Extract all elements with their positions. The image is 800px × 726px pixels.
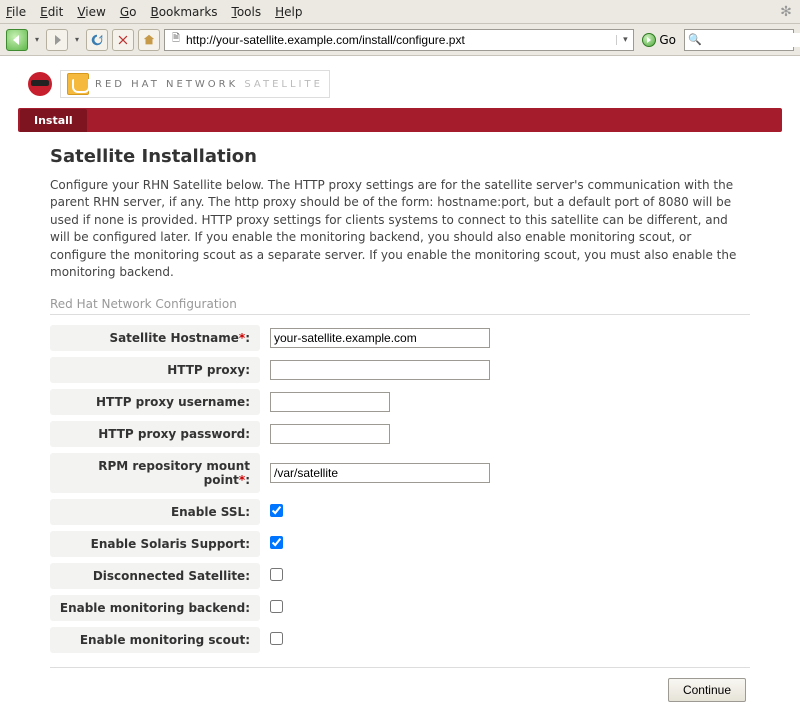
label-ssl: Enable SSL: [50, 499, 260, 525]
label-solaris: Enable Solaris Support: [50, 531, 260, 557]
label-disconnected: Disconnected Satellite: [50, 563, 260, 589]
search-input[interactable] [704, 33, 800, 47]
redhat-logo-icon [28, 72, 52, 96]
brand-header: RED HAT NETWORK SATELLITE [18, 70, 782, 98]
checkbox-disconnected[interactable] [270, 568, 283, 581]
menu-edit[interactable]: Edit [40, 5, 63, 19]
divider [50, 667, 750, 668]
label-proxy-pass: HTTP proxy password: [50, 421, 260, 447]
input-mount[interactable] [270, 463, 490, 483]
page-content: RED HAT NETWORK SATELLITE Install Satell… [0, 56, 800, 726]
search-icon: 🔍 [688, 33, 702, 46]
tab-install[interactable]: Install [20, 109, 87, 132]
label-mon-scout: Enable monitoring scout: [50, 627, 260, 653]
reload-button[interactable] [86, 29, 108, 51]
forward-button[interactable] [46, 29, 68, 51]
browser-toolbar: ▾ ▾ 🗎 ▾ Go 🔍 [0, 24, 800, 56]
brand-box: RED HAT NETWORK SATELLITE [60, 70, 330, 98]
brand-text: RED HAT NETWORK SATELLITE [95, 79, 323, 90]
go-label: Go [659, 33, 676, 47]
checkbox-ssl[interactable] [270, 504, 283, 517]
go-icon [642, 33, 656, 47]
nav-bar: Install [18, 108, 782, 132]
menu-help[interactable]: Help [275, 5, 302, 19]
go-button[interactable]: Go [638, 29, 680, 51]
url-history-dropdown[interactable]: ▾ [616, 35, 630, 45]
browser-menubar: File Edit View Go Bookmarks Tools Help ✻ [0, 0, 800, 24]
label-hostname: Satellite Hostname*: [50, 325, 260, 351]
throbber-icon: ✻ [778, 4, 794, 20]
input-proxy-pass[interactable] [270, 424, 390, 444]
menu-bookmarks[interactable]: Bookmarks [150, 5, 217, 19]
url-bar[interactable]: 🗎 ▾ [164, 29, 634, 51]
label-proxy: HTTP proxy: [50, 357, 260, 383]
checkbox-solaris[interactable] [270, 536, 283, 549]
home-button[interactable] [138, 29, 160, 51]
continue-button[interactable]: Continue [668, 678, 746, 702]
page-title: Satellite Installation [50, 146, 750, 167]
menu-go[interactable]: Go [120, 5, 137, 19]
input-hostname[interactable] [270, 328, 490, 348]
stop-button[interactable] [112, 29, 134, 51]
input-proxy[interactable] [270, 360, 490, 380]
menu-file[interactable]: File [6, 5, 26, 19]
intro-text: Configure your RHN Satellite below. The … [50, 177, 750, 281]
forward-history-dropdown[interactable]: ▾ [72, 29, 82, 51]
search-box[interactable]: 🔍 [684, 29, 794, 51]
rhn-badge-icon [67, 73, 89, 95]
label-proxy-user: HTTP proxy username: [50, 389, 260, 415]
menu-view[interactable]: View [77, 5, 105, 19]
label-mount: RPM repository mount point*: [50, 453, 260, 493]
input-proxy-user[interactable] [270, 392, 390, 412]
section-heading: Red Hat Network Configuration [50, 297, 750, 315]
checkbox-mon-backend[interactable] [270, 600, 283, 613]
url-input[interactable] [186, 33, 616, 47]
menu-tools[interactable]: Tools [232, 5, 262, 19]
back-button[interactable] [6, 29, 28, 51]
label-mon-backend: Enable monitoring backend: [50, 595, 260, 621]
checkbox-mon-scout[interactable] [270, 632, 283, 645]
back-history-dropdown[interactable]: ▾ [32, 29, 42, 51]
page-icon: 🗎 [168, 32, 184, 48]
